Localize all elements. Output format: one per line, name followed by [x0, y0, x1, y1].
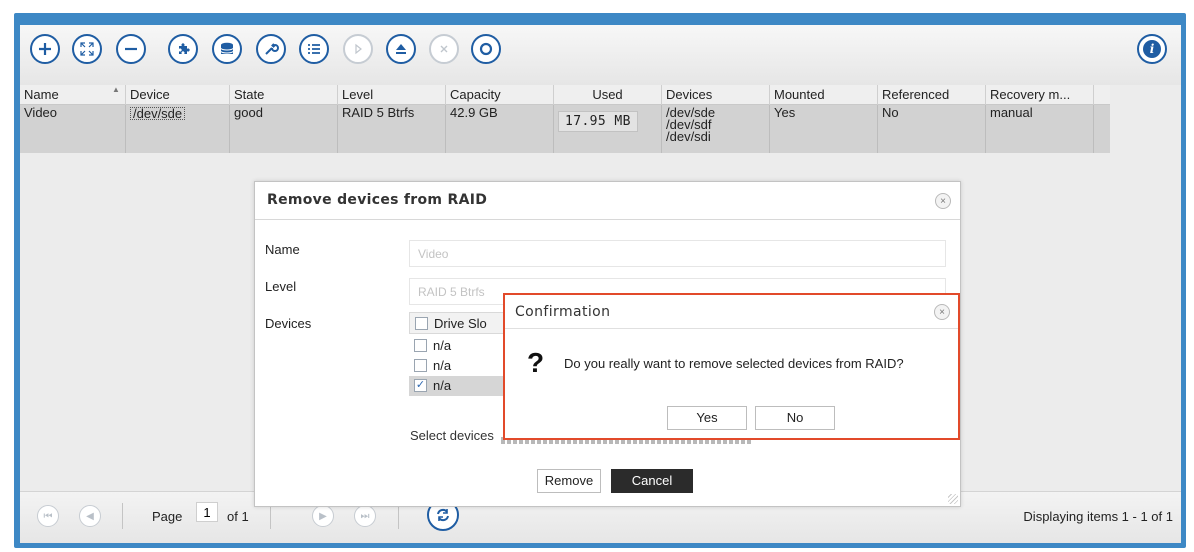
device-row[interactable]: n/a	[409, 336, 509, 356]
grid-header: Name ▲ Device State Level Capacity Used …	[20, 85, 1110, 105]
main-panel: i Name ▲ Device State Level Capacity Use…	[20, 25, 1181, 543]
column-header-level[interactable]: Level	[338, 85, 446, 105]
sort-ascending-icon: ▲	[112, 85, 120, 94]
remove-button[interactable]	[116, 34, 146, 64]
devices-table-header: Drive Slo	[409, 312, 509, 334]
toolbar: i	[20, 25, 1181, 85]
page-label: Page	[152, 509, 183, 524]
drive-slot-header[interactable]: Drive Slo	[434, 316, 487, 331]
cell-level: RAID 5 Btrfs	[338, 105, 446, 153]
cell-mounted: Yes	[770, 105, 878, 153]
cell-state: good	[230, 105, 338, 153]
eject-button[interactable]	[386, 34, 416, 64]
column-header-recovery[interactable]: Recovery m...	[986, 85, 1094, 105]
yes-button[interactable]: Yes	[667, 406, 747, 430]
device-slot: n/a	[433, 378, 452, 393]
prev-page-button[interactable]: ◀	[79, 505, 101, 527]
cell-device: /dev/sde	[126, 105, 230, 153]
separator	[122, 503, 123, 529]
used-value: 17.95 MB	[558, 111, 638, 132]
last-page-icon: ⏭	[360, 510, 370, 522]
confirmation-close-button[interactable]: ×	[934, 304, 950, 320]
column-header-used[interactable]: Used	[554, 85, 662, 105]
cell-recovery: manual	[986, 105, 1094, 153]
dialog-close-button[interactable]: ×	[935, 193, 951, 209]
first-page-button[interactable]: ⏮	[37, 505, 59, 527]
select-all-checkbox[interactable]	[415, 317, 428, 330]
expand-icon	[80, 42, 94, 56]
last-page-button[interactable]: ⏭	[354, 505, 376, 527]
resize-grip[interactable]	[948, 494, 958, 504]
device-row[interactable]: n/a	[409, 356, 509, 376]
close-icon: ×	[940, 195, 946, 207]
page-count-label: of 1	[227, 509, 249, 524]
first-page-icon: ⏮	[43, 510, 53, 522]
play-icon	[355, 43, 362, 55]
cell-device-value: /dev/sde	[130, 107, 186, 120]
expand-button[interactable]	[72, 34, 102, 64]
no-button[interactable]: No	[755, 406, 835, 430]
devices-table: Drive Slo n/a n/a ✓ n/a	[409, 312, 509, 408]
device-checkbox[interactable]	[414, 359, 427, 372]
next-page-button[interactable]: ▶	[312, 505, 334, 527]
remove-icon	[125, 47, 137, 51]
column-header-device[interactable]: Device	[126, 85, 230, 105]
refresh-icon	[479, 42, 493, 56]
plugin-button[interactable]	[168, 34, 198, 64]
confirmation-message: Do you really want to remove selected de…	[564, 356, 904, 371]
remove-button[interactable]: Remove	[537, 469, 601, 493]
database-button[interactable]	[212, 34, 242, 64]
eject-icon	[396, 44, 406, 54]
column-header-mounted[interactable]: Mounted	[770, 85, 878, 105]
wrench-icon	[265, 43, 279, 55]
cancel-button[interactable]: Cancel	[611, 469, 693, 493]
cell-used: 17.95 MB	[554, 105, 662, 153]
paging-summary: Displaying items 1 - 1 of 1	[1023, 509, 1173, 524]
refresh-icon	[437, 508, 449, 522]
next-page-icon: ▶	[319, 510, 327, 522]
device-checkbox[interactable]	[414, 339, 427, 352]
device-entry: /dev/sdi	[666, 129, 711, 144]
list-icon	[308, 44, 320, 54]
cancel-button[interactable]	[429, 34, 459, 64]
table-row[interactable]: Video /dev/sde good RAID 5 Btrfs 42.9 GB…	[20, 105, 1110, 153]
column-header-devices[interactable]: Devices	[662, 85, 770, 105]
confirmation-dialog: Confirmation × ? Do you really want to r…	[503, 293, 960, 440]
close-icon: ×	[939, 306, 945, 318]
dialog-title: Remove devices from RAID	[255, 182, 960, 220]
question-icon: ?	[527, 347, 545, 378]
cell-capacity: 42.9 GB	[446, 105, 554, 153]
cancel-icon	[440, 45, 448, 53]
cell-devices: /dev/sde /dev/sdf /dev/sdi	[662, 105, 770, 153]
play-button[interactable]	[343, 34, 373, 64]
column-header-state[interactable]: State	[230, 85, 338, 105]
add-button[interactable]	[30, 34, 60, 64]
prev-page-icon: ◀	[86, 510, 94, 522]
devices-hint: Select devices	[410, 428, 494, 443]
puzzle-icon	[179, 43, 190, 54]
column-header-referenced[interactable]: Referenced	[878, 85, 986, 105]
column-header-capacity[interactable]: Capacity	[446, 85, 554, 105]
info-icon: i	[1143, 40, 1161, 58]
add-icon	[39, 43, 51, 55]
page-number-input[interactable]	[196, 502, 218, 522]
device-row[interactable]: ✓ n/a	[409, 376, 509, 396]
name-label: Name	[265, 242, 300, 257]
database-icon	[220, 42, 234, 54]
name-field[interactable]: Video	[409, 240, 946, 267]
list-button[interactable]	[299, 34, 329, 64]
cell-referenced: No	[878, 105, 986, 153]
device-slot: n/a	[433, 358, 452, 373]
info-button[interactable]: i	[1137, 34, 1167, 64]
refresh-button[interactable]	[471, 34, 501, 64]
confirmation-title: Confirmation	[505, 295, 958, 329]
devices-label: Devices	[265, 316, 312, 331]
column-header-name[interactable]: Name	[20, 85, 126, 105]
cell-name: Video	[20, 105, 126, 153]
device-checkbox-checked[interactable]: ✓	[414, 379, 427, 392]
device-slot: n/a	[433, 338, 452, 353]
tools-button[interactable]	[256, 34, 286, 64]
level-label: Level	[265, 279, 297, 294]
